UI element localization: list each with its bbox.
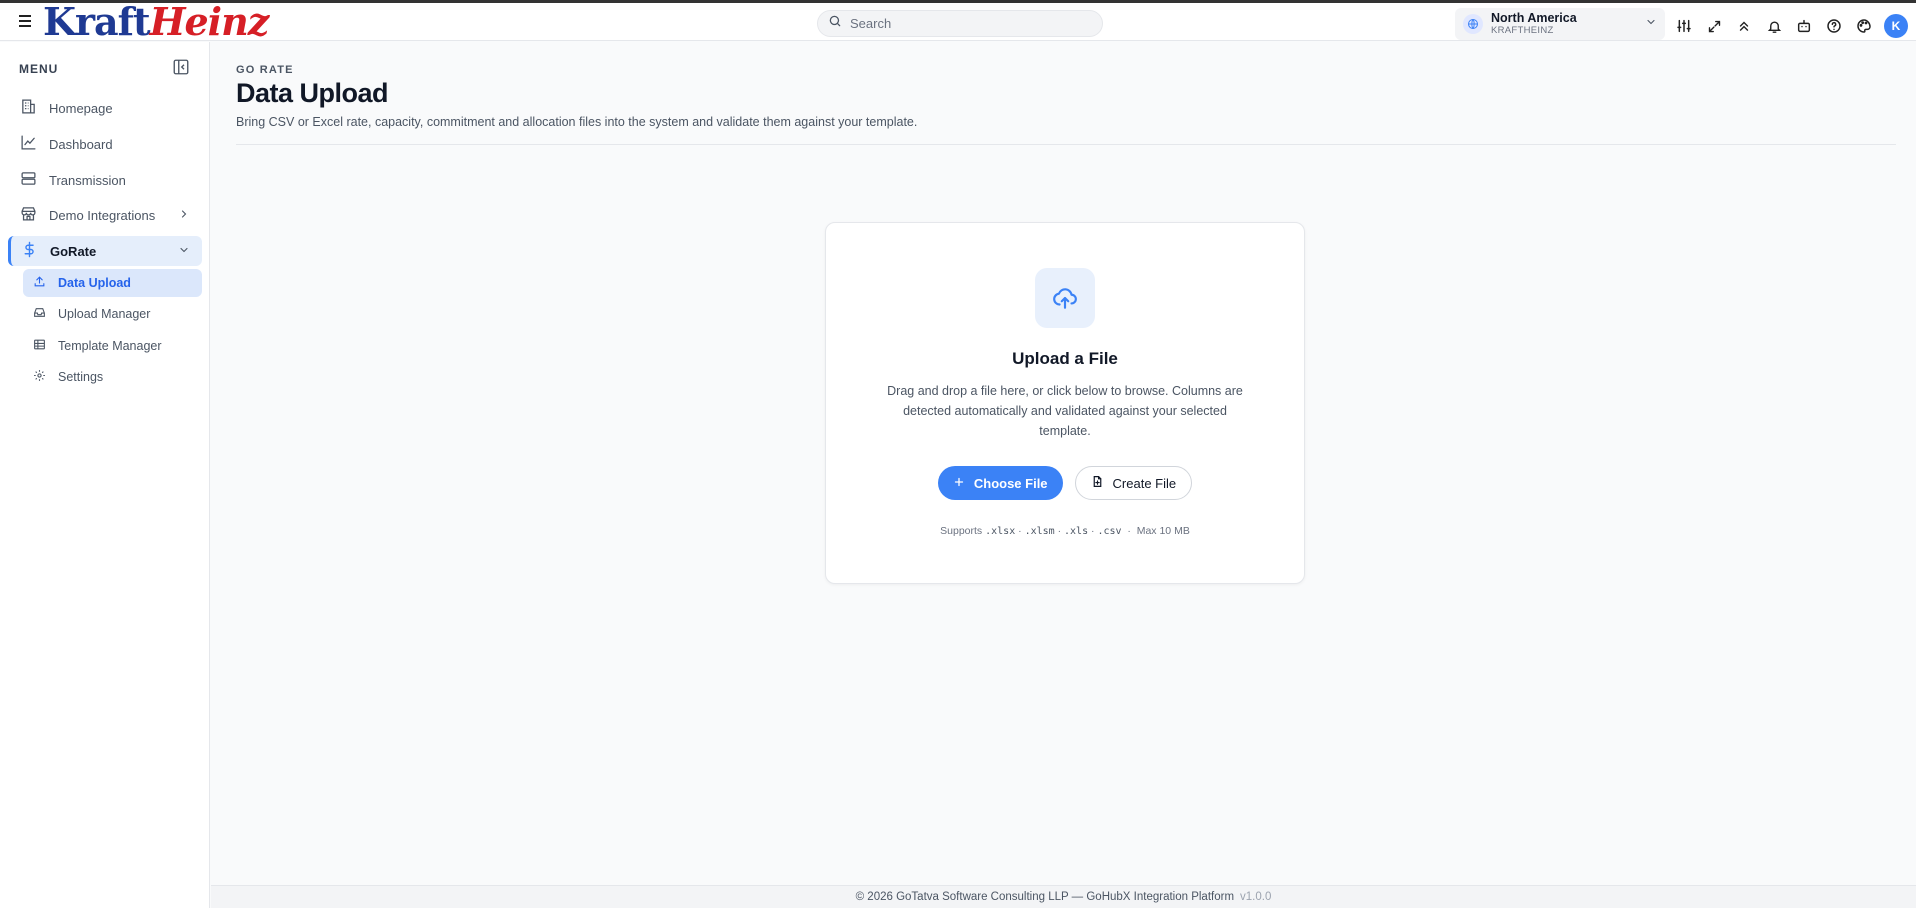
- footer-copyright: © 2026 GoTatva Software Consulting LLP —…: [855, 891, 1235, 903]
- chevrons-up-icon[interactable]: [1734, 16, 1754, 36]
- region-name: North America: [1491, 10, 1577, 25]
- sidebar-subitem-upload-manager[interactable]: Upload Manager: [23, 300, 202, 328]
- store-icon: [20, 205, 37, 225]
- chevron-right-icon: [178, 208, 190, 223]
- sidebar-item-label: Dashboard: [49, 136, 113, 152]
- menu-label: MENU: [19, 62, 59, 76]
- create-file-label: Create File: [1112, 475, 1177, 491]
- page-title: Data Upload: [236, 78, 389, 108]
- palette-icon[interactable]: [1854, 16, 1874, 36]
- header-divider: [236, 144, 1896, 145]
- main-content: GO RATE Data Upload Bring CSV or Excel r…: [211, 42, 1916, 885]
- bot-icon[interactable]: [1794, 16, 1814, 36]
- search-box[interactable]: [817, 10, 1103, 37]
- header-toolbar: K: [1674, 14, 1908, 38]
- plus-icon: [953, 476, 965, 491]
- table-icon: [33, 338, 46, 354]
- sidebar-item-homepage[interactable]: Homepage: [8, 93, 202, 123]
- max-size: Max 10 MB: [1136, 525, 1190, 537]
- building-icon: [20, 98, 37, 118]
- sliders-icon[interactable]: [1674, 16, 1694, 36]
- section-eyebrow: GO RATE: [236, 64, 294, 76]
- chevron-down-icon: [1645, 15, 1657, 33]
- search-input[interactable]: [850, 16, 1090, 31]
- logo-heinz-text: Heinz: [149, 0, 270, 44]
- supported-formats: Supports .xlsx · .xlsm · .xls · .csv · M…: [940, 525, 1190, 537]
- supports-prefix: Supports: [940, 525, 983, 537]
- footer: © 2026 GoTatva Software Consulting LLP —…: [211, 885, 1916, 908]
- footer-version: v1.0.0: [1240, 891, 1272, 903]
- page-subtitle: Bring CSV or Excel rate, capacity, commi…: [236, 115, 918, 129]
- server-icon: [20, 170, 37, 190]
- top-bar: KraftHeinz North America KRAFTHEINZ: [0, 3, 1916, 41]
- choose-file-button[interactable]: Choose File: [937, 466, 1063, 500]
- logo-kraft-text: Kraft: [43, 0, 151, 44]
- upload-actions: Choose File Create File: [826, 466, 1304, 500]
- sidebar-item-label: GoRate: [50, 243, 97, 259]
- sidebar-item-gorate[interactable]: GoRate: [8, 236, 202, 266]
- sidebar-subitem-data-upload[interactable]: Data Upload: [23, 269, 202, 297]
- sidebar-subitem-label: Template Manager: [58, 339, 162, 353]
- format-xlsm: .xlsm: [1024, 526, 1055, 537]
- create-file-button[interactable]: Create File: [1074, 466, 1193, 500]
- hamburger-menu-icon[interactable]: [16, 12, 34, 30]
- region-org: KRAFTHEINZ: [1491, 24, 1554, 36]
- sidebar-item-transmission[interactable]: Transmission: [8, 165, 202, 195]
- sidebar-subitem-label: Upload Manager: [58, 307, 151, 321]
- sidebar-item-demo-integrations[interactable]: Demo Integrations: [8, 200, 202, 230]
- sidebar-item-label: Demo Integrations: [49, 207, 156, 223]
- upload-dropzone-card[interactable]: Upload a File Drag and drop a file here,…: [825, 222, 1305, 584]
- upload-card-title: Upload a File: [1012, 349, 1118, 368]
- gear-icon: [33, 369, 46, 385]
- sidebar-item-label: Homepage: [49, 100, 113, 116]
- region-selector[interactable]: North America KRAFTHEINZ: [1455, 8, 1665, 40]
- expand-icon[interactable]: [1704, 16, 1724, 36]
- format-xls: .xls: [1064, 526, 1089, 537]
- line-chart-icon: [20, 134, 37, 154]
- chevron-down-icon: [178, 244, 190, 259]
- search-icon: [828, 14, 842, 33]
- help-icon[interactable]: [1824, 16, 1844, 36]
- choose-file-label: Choose File: [973, 475, 1048, 491]
- sidebar-subitem-template-manager[interactable]: Template Manager: [23, 332, 202, 360]
- collapse-sidebar-icon[interactable]: [172, 58, 190, 76]
- sidebar-item-label: Transmission: [49, 172, 126, 188]
- sidebar-item-dashboard[interactable]: Dashboard: [8, 129, 202, 159]
- sidebar-subitem-label: Settings: [58, 370, 104, 384]
- globe-icon: [1463, 14, 1483, 34]
- file-plus-icon: [1091, 475, 1104, 491]
- format-csv: .csv: [1097, 526, 1122, 537]
- cloud-upload-icon: [1035, 268, 1095, 328]
- inbox-icon: [33, 306, 46, 322]
- sidebar: MENU Homepage Dashboard Transmission Dem…: [0, 42, 210, 908]
- format-xlsx: .xlsx: [985, 526, 1016, 537]
- user-avatar[interactable]: K: [1884, 14, 1908, 38]
- upload-card-description: Drag and drop a file here, or click belo…: [887, 384, 1243, 438]
- kraftheinz-logo[interactable]: Kraft Heinz: [43, 0, 270, 44]
- dollar-icon: [21, 241, 38, 261]
- bell-icon[interactable]: [1764, 16, 1784, 36]
- sidebar-subitem-label: Data Upload: [58, 276, 131, 290]
- sidebar-subitem-settings[interactable]: Settings: [23, 363, 202, 391]
- upload-icon: [33, 275, 46, 291]
